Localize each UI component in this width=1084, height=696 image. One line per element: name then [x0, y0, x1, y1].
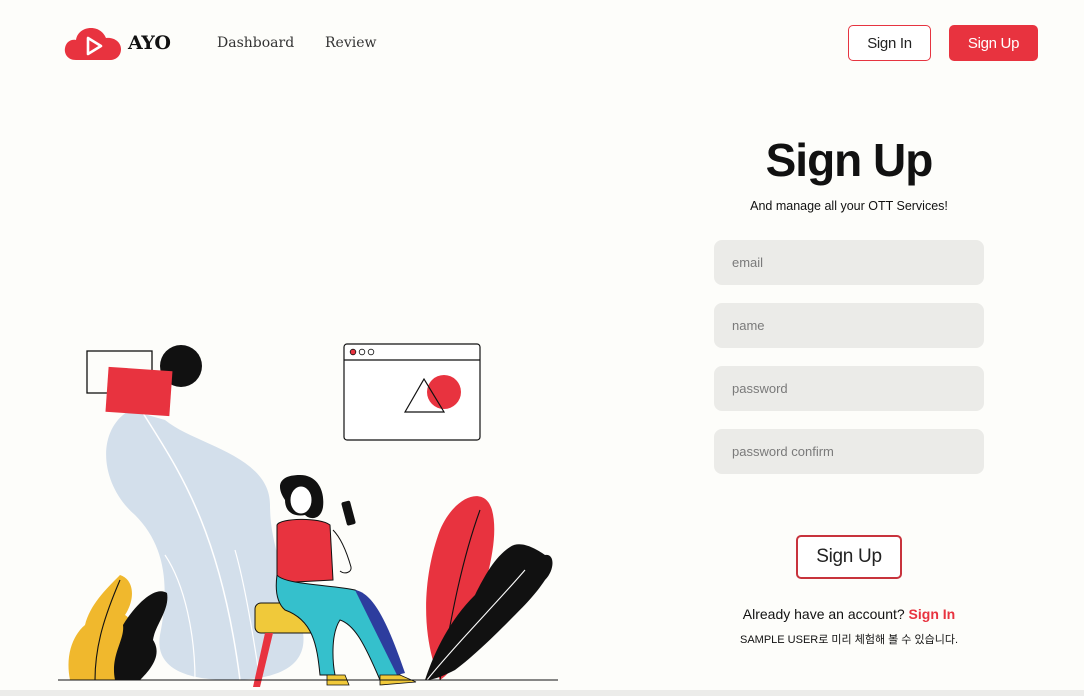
nav-dashboard-link[interactable]: Dashboard: [217, 35, 294, 51]
top-header: AYO Dashboard Review Sign In Sign Up: [0, 0, 1084, 86]
signup-subtitle: And manage all your OTT Services!: [750, 199, 948, 213]
sample-user-note: SAMPLE USER로 미리 체험해 볼 수 있습니다.: [739, 634, 959, 646]
header-signin-button[interactable]: Sign In: [848, 25, 931, 61]
signin-link[interactable]: Sign In: [909, 606, 956, 622]
nav-review-link[interactable]: Review: [325, 35, 376, 51]
name-input[interactable]: [714, 303, 984, 348]
email-input[interactable]: [714, 240, 984, 285]
already-account-text: Already have an account?: [742, 606, 905, 622]
already-account-line: Already have an account? Sign In: [714, 606, 984, 622]
bottom-divider: [0, 690, 1084, 696]
signup-title: Sign Up: [765, 134, 934, 186]
brand-name: AYO: [128, 32, 171, 54]
header-signup-button[interactable]: Sign Up: [949, 25, 1038, 61]
password-confirm-input[interactable]: [714, 429, 984, 474]
hero-illustration: [55, 335, 560, 695]
cloud-play-icon: [64, 25, 122, 61]
password-input[interactable]: [714, 366, 984, 411]
signup-submit-button[interactable]: Sign Up: [796, 535, 902, 579]
brand-logo[interactable]: AYO: [64, 25, 171, 61]
